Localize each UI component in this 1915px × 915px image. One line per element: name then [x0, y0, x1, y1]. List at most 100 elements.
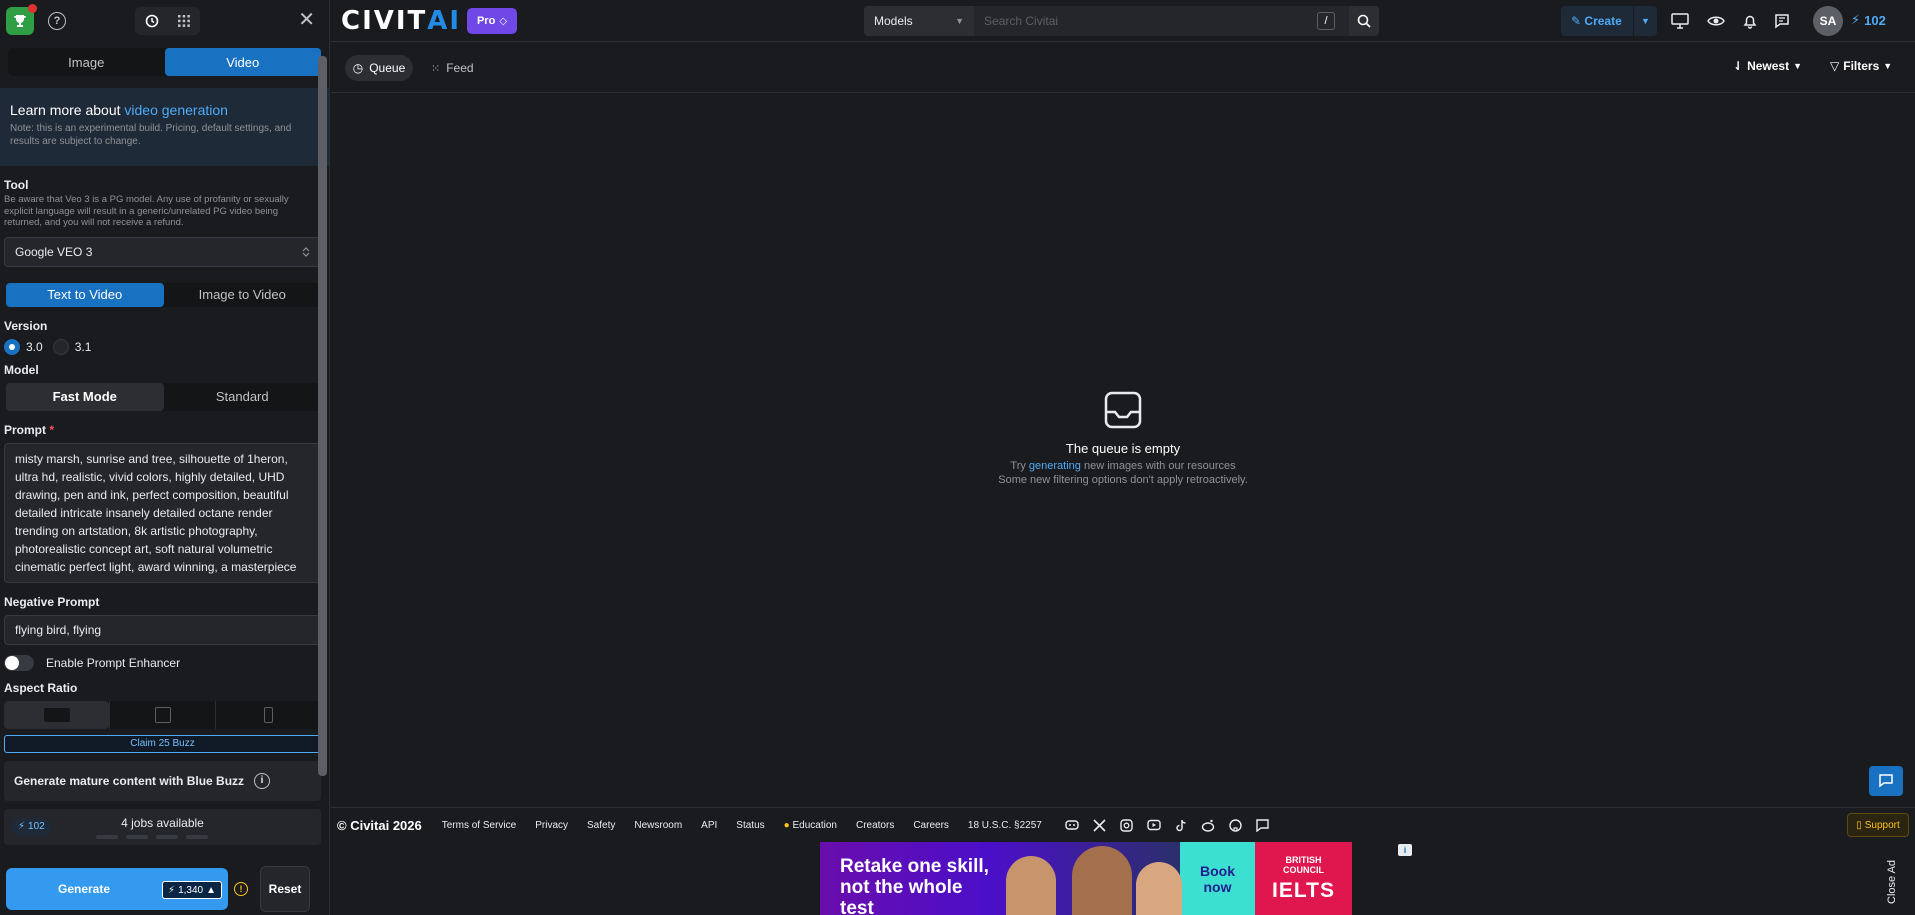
support-icon: ▯: [1856, 819, 1862, 831]
reset-button[interactable]: Reset: [260, 866, 310, 912]
civitai-logo[interactable]: CIVITAI: [341, 8, 461, 34]
generate-button[interactable]: Generate ⚡ 1,340 ▲: [6, 868, 228, 910]
version-radio-3-1[interactable]: [52, 338, 69, 355]
footer-link-safety[interactable]: Safety: [587, 820, 615, 831]
tab-feed[interactable]: ⁙ Feed: [431, 55, 474, 81]
version-radio-3-0[interactable]: [4, 338, 20, 355]
empty-queue-state: The queue is empty Try generating new im…: [331, 390, 1915, 486]
user-avatar[interactable]: SA: [1813, 6, 1843, 36]
clock-icon: ◷: [352, 61, 364, 75]
eye-settings-icon[interactable]: [1705, 10, 1727, 32]
github-icon[interactable]: [1229, 818, 1242, 832]
create-button[interactable]: ✎ Create ▼: [1561, 6, 1657, 36]
panel-mode-group: [135, 7, 200, 35]
generating-link[interactable]: generating: [1029, 460, 1081, 472]
prompt-enhancer-row: Enable Prompt Enhancer: [4, 654, 329, 671]
sort-dropdown[interactable]: ⇃ Newest ▼: [1733, 59, 1802, 73]
grid-icon: ⁙: [431, 62, 441, 75]
tab-standard[interactable]: Standard: [164, 383, 322, 411]
claim-buzz-button[interactable]: Claim 25 Buzz: [4, 734, 321, 753]
search-button[interactable]: [1349, 6, 1379, 36]
ad-cta[interactable]: Book now: [1180, 842, 1255, 915]
tab-image-to-video[interactable]: Image to Video: [164, 283, 322, 307]
aspect-ratio-label: Aspect Ratio: [4, 680, 78, 695]
jobs-available-text: 4 jobs available: [121, 815, 204, 830]
square-icon: [154, 706, 171, 723]
experimental-note: Note: this is an experimental build. Pri…: [10, 123, 292, 147]
negative-prompt-input[interactable]: flying bird, flying: [4, 614, 321, 645]
tab-fast-mode[interactable]: Fast Mode: [6, 382, 164, 411]
aspect-portrait-option[interactable]: [215, 700, 321, 729]
triangle-icon: ▲: [206, 884, 216, 896]
warning-icon[interactable]: !: [234, 882, 248, 896]
discord-icon[interactable]: [1065, 819, 1079, 831]
footer-link-api[interactable]: API: [701, 820, 717, 831]
panel-scrollbar[interactable]: [318, 44, 327, 912]
search-shortcut-key: /: [1317, 12, 1335, 30]
jobs-available: ⚡ 102 4 jobs available: [4, 808, 321, 845]
bell-icon[interactable]: [1739, 10, 1761, 32]
footer-link-privacy[interactable]: Privacy: [535, 820, 568, 831]
tab-image[interactable]: Image: [8, 48, 165, 76]
version-label-3-0: 3.0: [26, 339, 43, 354]
help-icon[interactable]: ?: [48, 12, 66, 30]
tool-warning: Be aware that Veo 3 is a PG model. Any u…: [4, 194, 289, 228]
social-links: [1065, 818, 1269, 832]
aspect-ratio-options: [4, 700, 321, 729]
grid-icon[interactable]: [178, 15, 191, 27]
tool-label: Tool: [4, 178, 29, 192]
footer-link-education[interactable]: ● Education: [784, 820, 837, 831]
info-icon[interactable]: i: [254, 772, 271, 789]
tab-text-to-video[interactable]: Text to Video: [6, 282, 164, 307]
tiktok-icon[interactable]: [1175, 819, 1187, 832]
search-input[interactable]: Search Civitai /: [974, 6, 1349, 36]
required-mark: *: [49, 422, 55, 437]
monitor-icon[interactable]: [1669, 10, 1691, 32]
header-buzz-balance[interactable]: ⚡ 102: [1851, 12, 1886, 28]
tab-video[interactable]: Video: [164, 48, 321, 76]
video-generation-link[interactable]: video generation: [124, 102, 228, 118]
select-updown-icon: [302, 246, 310, 257]
chat-float-button[interactable]: [1869, 766, 1903, 796]
footer-link-status[interactable]: Status: [736, 820, 764, 831]
instagram-icon[interactable]: [1120, 818, 1133, 832]
tool-select[interactable]: Google VEO 3: [4, 236, 321, 267]
app-root: ? ✕ Image Video Learn more about video g…: [0, 0, 1915, 915]
footer-link-careers[interactable]: Careers: [913, 820, 949, 831]
prompt-textarea[interactable]: misty marsh, sunrise and tree, silhouett…: [4, 442, 321, 583]
create-chevron-icon[interactable]: ▼: [1633, 6, 1657, 36]
footer-link-creators[interactable]: Creators: [856, 820, 894, 831]
search-icon: [1357, 14, 1371, 28]
generate-row: Generate ⚡ 1,340 ▲ ! Reset: [6, 866, 310, 912]
search-category-select[interactable]: Models ▼: [864, 6, 974, 36]
footer-link-newsroom[interactable]: Newsroom: [634, 820, 682, 831]
prompt-enhancer-toggle[interactable]: [4, 654, 34, 671]
scrollbar-thumb[interactable]: [318, 56, 327, 776]
footer-link-2257[interactable]: 18 U.S.C. §2257: [968, 820, 1042, 831]
ad-banner[interactable]: Retake one skill, not the whole test Book…: [820, 842, 1426, 915]
history-icon[interactable]: [145, 14, 159, 28]
chat-icon: [1879, 774, 1893, 788]
ad-photo: [990, 842, 1182, 915]
filters-dropdown[interactable]: ▽ Filters ▼: [1830, 59, 1892, 73]
message-icon[interactable]: [1256, 818, 1269, 832]
inbox-icon: [1104, 391, 1142, 429]
support-button[interactable]: ▯ Support: [1847, 813, 1909, 837]
footer-link-terms[interactable]: Terms of Service: [442, 820, 516, 831]
diamond-icon: ◇: [499, 15, 508, 27]
reddit-icon[interactable]: [1201, 819, 1215, 832]
empty-line-1: Try generating new images with our resou…: [1010, 460, 1236, 472]
close-panel-icon[interactable]: ✕: [298, 10, 315, 30]
pro-badge[interactable]: Pro ◇: [467, 8, 517, 34]
aspect-landscape-option[interactable]: [4, 700, 109, 729]
ad-info-icon[interactable]: i: [1398, 844, 1412, 856]
tab-queue[interactable]: ◷ Queue: [345, 55, 413, 81]
x-icon[interactable]: [1093, 818, 1106, 832]
version-label: Version: [4, 318, 48, 333]
chat-icon[interactable]: [1771, 10, 1793, 32]
close-ad-button[interactable]: Close Ad: [1886, 852, 1908, 912]
youtube-icon[interactable]: [1147, 819, 1161, 831]
trophy-button[interactable]: [6, 4, 37, 35]
queue-toolbar: ◷ Queue ⁙ Feed ⇃ Newest ▼ ▽ Filters ▼: [331, 43, 1915, 93]
aspect-square-option[interactable]: [109, 700, 215, 729]
